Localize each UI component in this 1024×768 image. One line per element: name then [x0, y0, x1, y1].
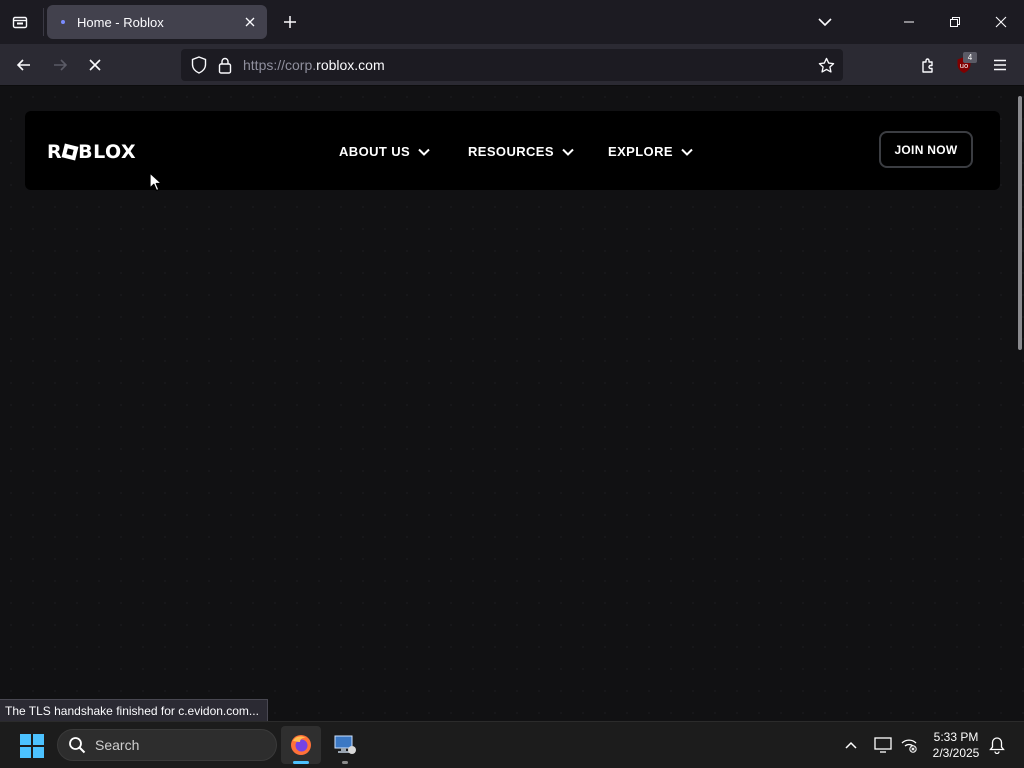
extensions-button[interactable] — [913, 50, 943, 80]
bell-icon — [989, 737, 1005, 754]
tab-home-roblox[interactable]: Home - Roblox — [47, 5, 267, 39]
nav-about-us[interactable]: ABOUT US — [339, 144, 430, 159]
chevron-down-icon — [562, 148, 574, 156]
minimize-icon — [904, 21, 914, 23]
restore-button[interactable] — [932, 0, 978, 44]
list-all-tabs-button[interactable] — [810, 8, 840, 36]
browser-status-text: The TLS handshake finished for c.evidon.… — [0, 699, 268, 722]
start-button[interactable] — [20, 734, 44, 758]
taskbar: Search 5:33 PM 2/3/2025 — [0, 721, 1024, 768]
url-domain: roblox.com — [316, 57, 385, 73]
plus-icon — [284, 16, 296, 28]
clock-date: 2/3/2025 — [932, 746, 980, 760]
search-icon — [68, 736, 86, 754]
nav-explore-label: EXPLORE — [608, 144, 673, 159]
nav-about-us-label: ABOUT US — [339, 144, 411, 159]
forward-button[interactable] — [45, 50, 75, 80]
network-no-internet-icon — [901, 739, 917, 753]
extension-count-badge: 4 — [963, 52, 977, 63]
firefox-icon — [291, 735, 311, 755]
chevron-up-icon — [845, 741, 857, 749]
roblox-logo[interactable]: R BLOX — [47, 141, 136, 163]
monitor-icon — [874, 737, 892, 753]
app-menu-button[interactable] — [985, 50, 1015, 80]
close-window-button[interactable] — [978, 0, 1024, 44]
taskbar-search[interactable]: Search — [57, 729, 277, 761]
stop-icon — [89, 59, 101, 71]
tab-separator — [43, 8, 44, 36]
address-bar[interactable]: https://corp.roblox.com — [181, 49, 843, 81]
nav-explore[interactable]: EXPLORE — [608, 144, 693, 159]
logo-text: BLOX — [78, 141, 137, 163]
show-hidden-icons-button[interactable] — [840, 734, 862, 756]
lock-icon[interactable] — [216, 55, 234, 75]
running-app-indicator — [342, 761, 348, 764]
chevron-down-icon — [418, 148, 430, 156]
taskbar-remote-desktop[interactable] — [325, 726, 365, 764]
stop-loading-button[interactable] — [80, 50, 110, 80]
mouse-pointer-icon — [149, 172, 163, 197]
tab-strip: Home - Roblox — [0, 0, 1024, 44]
loading-favicon-icon — [55, 14, 71, 30]
site-header: R BLOX ABOUT US RESOURCES EXPLORE JOIN NO… — [25, 111, 1000, 190]
tab-close-icon[interactable] — [239, 11, 261, 33]
clock-time: 5:33 PM — [933, 730, 979, 744]
system-clock[interactable]: 5:33 PM 2/3/2025 — [930, 729, 982, 761]
taskbar-firefox[interactable] — [281, 726, 321, 764]
puzzle-piece-icon — [922, 57, 933, 73]
arrow-right-icon — [54, 59, 68, 71]
svg-text:uo: uo — [960, 62, 969, 70]
network-disconnected-tray-icon[interactable] — [898, 734, 920, 756]
display-tray-icon[interactable] — [872, 734, 894, 756]
new-tab-button[interactable] — [276, 8, 304, 36]
windows-logo-icon — [20, 734, 31, 745]
tab-title: Home - Roblox — [77, 14, 164, 30]
restore-icon — [950, 17, 960, 27]
chevron-down-icon — [818, 18, 832, 27]
nav-resources[interactable]: RESOURCES — [468, 144, 574, 159]
page-scrollbar-thumb[interactable] — [1018, 96, 1022, 350]
join-now-button[interactable]: JOIN NOW — [879, 131, 973, 168]
hamburger-menu-icon — [994, 59, 1006, 71]
firefox-view-icon — [12, 16, 28, 29]
url-text[interactable]: https://corp.roblox.com — [243, 57, 385, 73]
url-prefix: https://corp. — [243, 57, 317, 73]
active-app-indicator — [293, 761, 309, 764]
notifications-button[interactable] — [986, 734, 1008, 756]
search-label: Search — [95, 737, 140, 753]
firefox-view-button[interactable] — [6, 8, 34, 36]
nav-resources-label: RESOURCES — [468, 144, 554, 159]
tracking-protection-shield-icon[interactable] — [189, 55, 209, 75]
navigation-toolbar: https://corp.roblox.com uo — [0, 44, 1024, 86]
minimize-button[interactable] — [886, 0, 932, 44]
close-icon — [995, 16, 1007, 28]
arrow-left-icon — [16, 59, 30, 71]
bookmark-star-icon[interactable] — [815, 54, 837, 76]
logo-tilted-square-icon — [61, 143, 79, 161]
logo-letter: R — [47, 141, 63, 163]
back-button[interactable] — [9, 50, 39, 80]
chevron-down-icon — [681, 148, 693, 156]
computer-monitor-icon — [334, 735, 356, 754]
